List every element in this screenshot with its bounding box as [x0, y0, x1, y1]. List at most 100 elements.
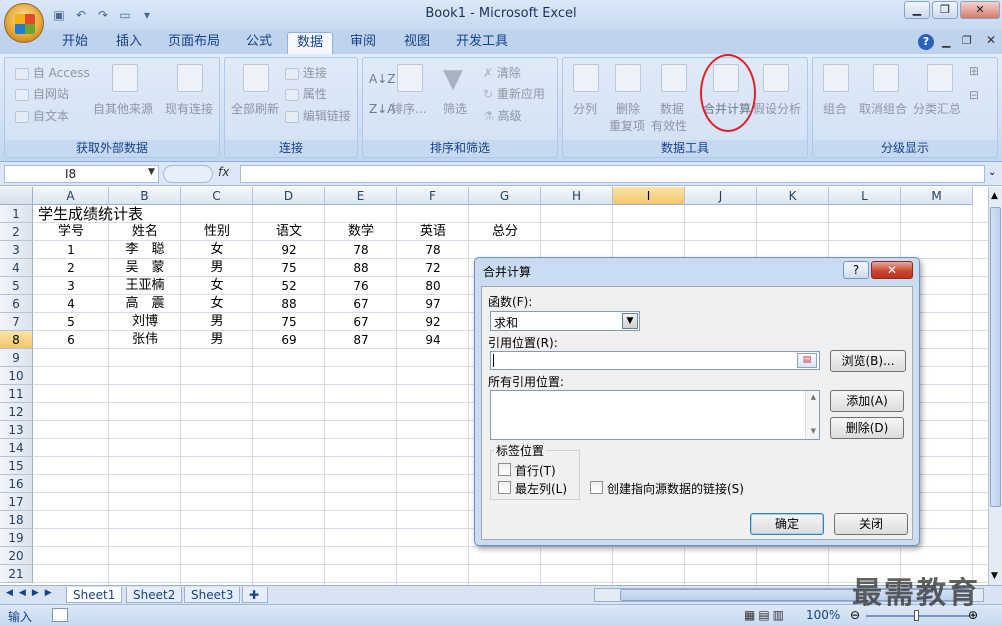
column-header[interactable]: A [33, 187, 109, 205]
table-cell[interactable]: 2 [35, 259, 107, 277]
sheet-tab-2[interactable]: Sheet2 [126, 587, 183, 603]
remove-duplicates-button[interactable]: 删除 [616, 100, 640, 117]
reference-input[interactable]: ▤ [490, 351, 820, 370]
tab-developer[interactable]: 开发工具 [452, 32, 512, 54]
table-cell[interactable]: 姓名 [109, 223, 181, 241]
column-header[interactable]: D [253, 187, 325, 205]
column-header[interactable]: H [541, 187, 613, 205]
macro-record-icon[interactable] [52, 608, 68, 622]
row-header[interactable]: 3 [0, 241, 33, 259]
table-cell[interactable]: 王亚楠 [109, 277, 181, 295]
column-header[interactable]: C [181, 187, 253, 205]
help-icon[interactable]: ? [918, 34, 934, 50]
reapply-button[interactable]: ↻ 重新应用 [483, 85, 545, 102]
select-all-corner[interactable] [0, 187, 33, 205]
column-header[interactable]: E [325, 187, 397, 205]
table-cell[interactable]: 学号 [35, 223, 107, 241]
left-column-checkbox[interactable] [498, 481, 511, 494]
workbook-close-icon[interactable]: ✕ [986, 33, 996, 47]
advanced-button[interactable]: ⚗ 高级 [483, 107, 522, 124]
from-text-button[interactable]: 自文本 [15, 107, 69, 124]
table-cell[interactable]: 97 [397, 295, 469, 313]
table-cell[interactable]: 92 [253, 241, 325, 259]
row-header[interactable]: 16 [0, 475, 33, 493]
table-cell[interactable]: 94 [397, 331, 469, 349]
table-cell[interactable]: 67 [325, 313, 397, 331]
sheet-tab-3[interactable]: Sheet3 [184, 587, 241, 603]
row-header[interactable]: 17 [0, 493, 33, 511]
table-cell[interactable]: 69 [253, 331, 325, 349]
row-header[interactable]: 4 [0, 259, 33, 277]
data-validation-button[interactable]: 数据 [660, 100, 684, 117]
close-button[interactable]: 关闭 [834, 513, 908, 535]
edit-links-button[interactable]: 编辑链接 [285, 107, 351, 124]
restore-button[interactable]: ❐ [932, 1, 958, 19]
column-header[interactable]: I [613, 187, 685, 205]
clear-button[interactable]: ✗ 清除 [483, 64, 521, 81]
tab-home[interactable]: 开始 [58, 32, 92, 54]
row-header[interactable]: 6 [0, 295, 33, 313]
table-cell[interactable]: 李 聪 [109, 241, 181, 259]
all-references-list[interactable]: ▲ ▼ [490, 390, 820, 440]
row-header[interactable]: 7 [0, 313, 33, 331]
scroll-up-icon[interactable]: ▲ [991, 191, 998, 201]
table-cell[interactable]: 92 [397, 313, 469, 331]
table-cell[interactable]: 女 [181, 241, 253, 259]
ok-button[interactable]: 确定 [750, 513, 824, 535]
office-button[interactable] [4, 3, 44, 43]
tab-view[interactable]: 视图 [400, 32, 434, 54]
row-header[interactable]: 9 [0, 349, 33, 367]
name-box-dropdown-icon[interactable]: ▼ [148, 167, 155, 177]
table-cell[interactable]: 女 [181, 277, 253, 295]
remove-duplicates-button-line2[interactable]: 重复项 [609, 117, 645, 134]
from-access-button[interactable]: 自 Access [15, 64, 90, 81]
sheet-tab-1[interactable]: Sheet1 [66, 587, 123, 603]
top-row-checkbox[interactable] [498, 463, 511, 476]
table-cell[interactable]: 78 [397, 241, 469, 259]
tab-review[interactable]: 审阅 [346, 32, 380, 54]
table-cell[interactable]: 72 [397, 259, 469, 277]
row-header[interactable]: 11 [0, 385, 33, 403]
text-to-columns-button[interactable]: 分列 [573, 100, 597, 117]
hide-detail-icon[interactable]: ⊟ [969, 88, 979, 102]
filter-button[interactable]: 筛选 [443, 100, 467, 117]
table-cell[interactable]: 78 [325, 241, 397, 259]
formula-input[interactable] [240, 165, 985, 183]
ribbon-minimize-icon[interactable]: ▁ [942, 35, 950, 48]
table-cell[interactable]: 总分 [469, 223, 541, 241]
tab-page-layout[interactable]: 页面布局 [164, 32, 224, 54]
table-cell[interactable]: 性别 [181, 223, 253, 241]
table-cell[interactable]: 高 震 [109, 295, 181, 313]
column-header[interactable]: M [901, 187, 973, 205]
name-box[interactable]: I8 [4, 165, 159, 183]
table-cell[interactable]: 88 [325, 259, 397, 277]
list-scroll-up-icon[interactable]: ▲ [811, 393, 816, 401]
row-header[interactable]: 14 [0, 439, 33, 457]
column-header[interactable]: K [757, 187, 829, 205]
column-header[interactable]: F [397, 187, 469, 205]
table-cell[interactable]: 男 [181, 259, 253, 277]
tab-data[interactable]: 数据 [287, 32, 333, 54]
insert-sheet-icon[interactable]: ✚ [242, 587, 268, 603]
table-cell[interactable]: 吴 蒙 [109, 259, 181, 277]
table-cell[interactable]: 67 [325, 295, 397, 313]
from-web-button[interactable]: 自网站 [15, 85, 69, 102]
show-detail-icon[interactable]: ⊞ [969, 64, 979, 78]
collapse-dialog-icon[interactable]: ▤ [797, 353, 817, 368]
table-cell[interactable]: 80 [397, 277, 469, 295]
table-cell[interactable]: 75 [253, 259, 325, 277]
sort-asc-icon[interactable]: A↓Z [369, 72, 395, 86]
list-scroll-down-icon[interactable]: ▼ [811, 427, 816, 435]
other-sources-button[interactable]: 自其他来源 [93, 100, 153, 117]
row-header[interactable]: 21 [0, 565, 33, 583]
table-cell[interactable]: 女 [181, 295, 253, 313]
data-validation-button-line2[interactable]: 有效性 [651, 117, 687, 134]
row-header[interactable]: 2 [0, 223, 33, 241]
subtotal-button[interactable]: 分类汇总 [913, 100, 961, 117]
table-cell[interactable]: 6 [35, 331, 107, 349]
ungroup-button[interactable]: 取消组合 [859, 100, 907, 117]
row-header[interactable]: 10 [0, 367, 33, 385]
sheet-nav-icons[interactable]: ◀◀▶▶ [6, 588, 58, 598]
delete-button[interactable]: 删除(D) [830, 417, 904, 439]
row-header[interactable]: 8 [0, 331, 33, 349]
